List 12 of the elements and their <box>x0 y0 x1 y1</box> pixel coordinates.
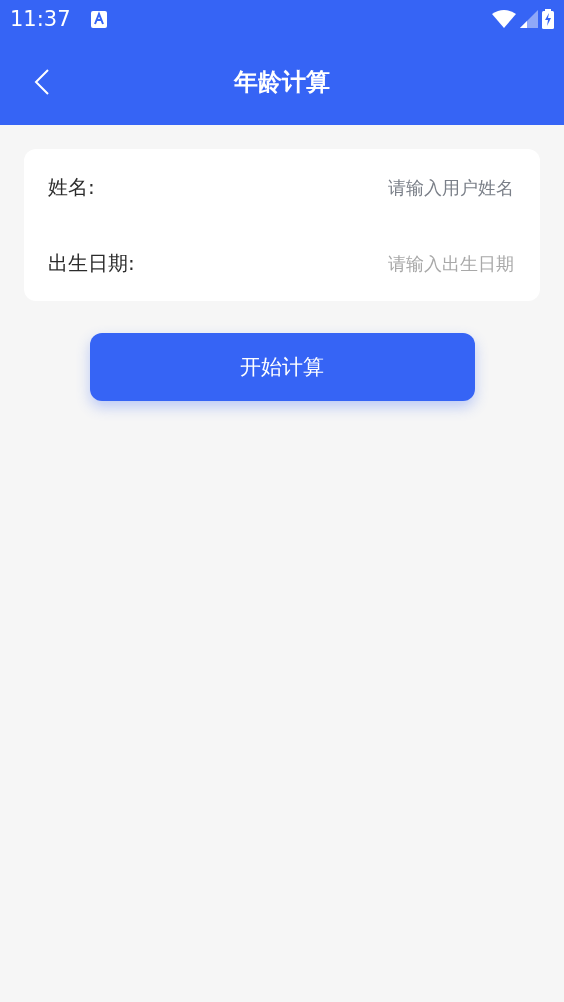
wifi-icon <box>492 10 516 28</box>
field-label: 出生日期: <box>48 249 135 277</box>
back-icon[interactable] <box>34 69 50 95</box>
keyboard-notification-icon <box>90 10 107 28</box>
battery-icon <box>542 9 554 29</box>
field-label: 姓名: <box>48 173 95 201</box>
page-title: 年龄计算 <box>234 66 330 98</box>
calculate-button[interactable]: 开始计算 <box>89 333 475 401</box>
signal-icon <box>520 10 538 28</box>
status-time: 11:37 <box>10 7 71 31</box>
date-field[interactable]: 请输入出生日期 <box>134 251 516 275</box>
name-field[interactable]: 请输入用户姓名 <box>94 175 516 199</box>
